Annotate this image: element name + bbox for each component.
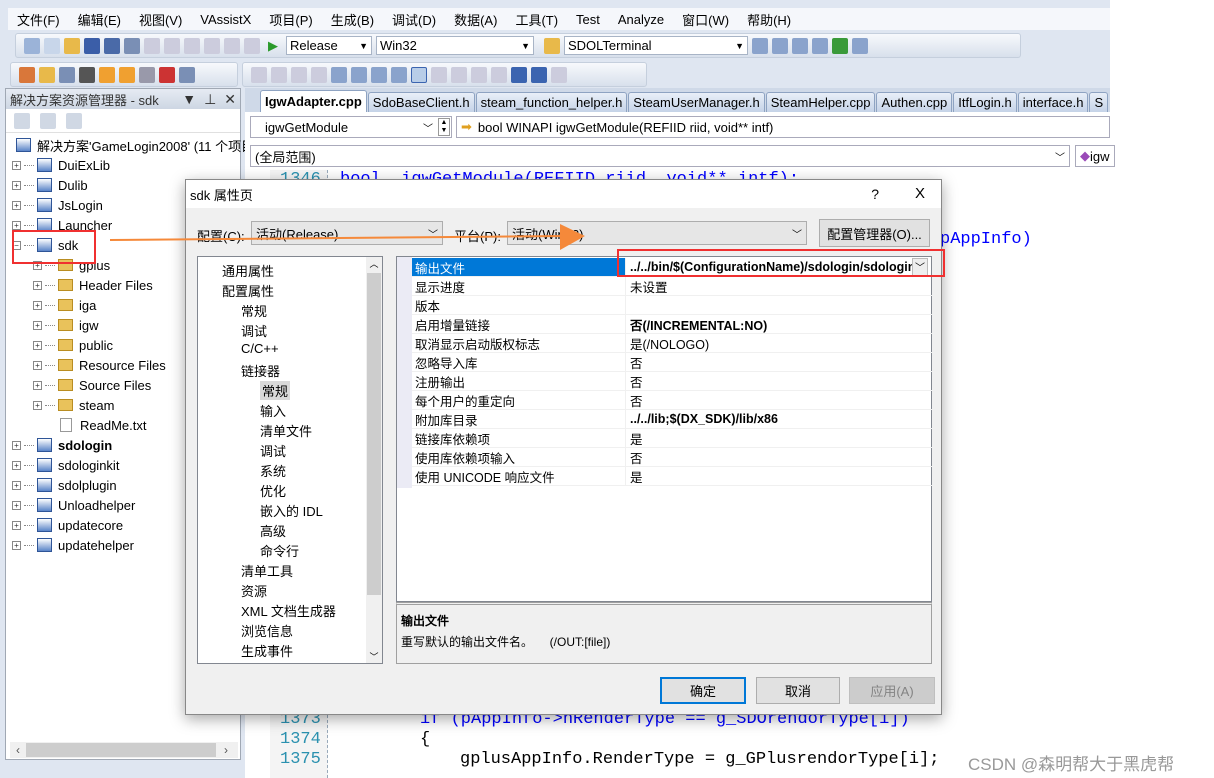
arrow-head: [560, 224, 585, 250]
watermark: CSDN @森明帮大于黑虎帮: [968, 755, 1175, 774]
annotation-arrow: [109, 224, 585, 250]
arrow-line: [109, 235, 566, 241]
